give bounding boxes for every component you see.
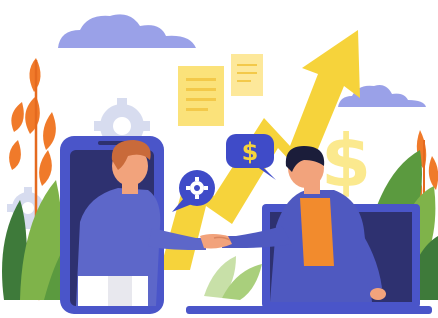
handshake-illustration: $ $ [0,0,438,318]
document-icon [231,54,263,96]
dollar-icon: $ [242,138,259,166]
document-icon [178,66,224,126]
svg-text:$: $ [242,138,259,166]
